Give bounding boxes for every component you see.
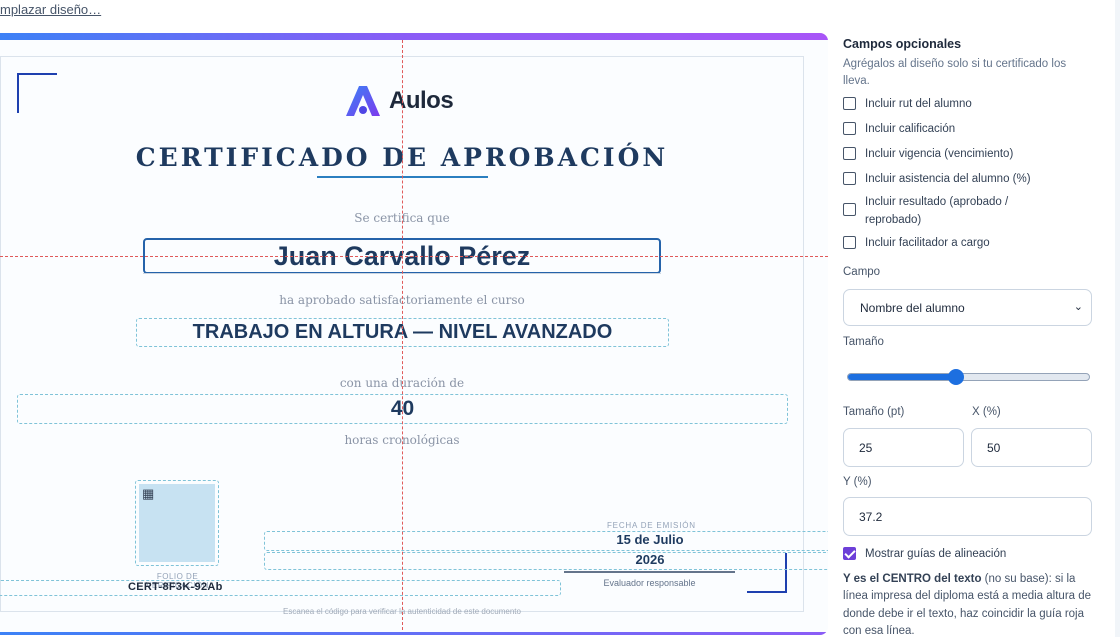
aulos-logo-icon bbox=[346, 86, 380, 116]
checkbox-include-resultado[interactable]: Incluir resultado (aprobado / reprobado) bbox=[843, 193, 1058, 229]
ha-aprobado-text: ha aprobado satisfactoriamente el curso bbox=[279, 293, 525, 307]
checkbox-include-facilitador[interactable]: Incluir facilitador a cargo bbox=[843, 234, 1103, 252]
checkbox-label: Incluir asistencia del alumno (%) bbox=[865, 173, 1031, 185]
checkbox-include-asistencia[interactable]: Incluir asistencia del alumno (%) bbox=[843, 170, 1103, 188]
checkbox-include-vigencia[interactable]: Incluir vigencia (vencimiento) bbox=[843, 145, 1103, 163]
fecha-emision-label: FECHA DE EMISIÓN bbox=[607, 521, 696, 530]
corner-ornament-top-left bbox=[17, 73, 57, 113]
folio-field[interactable] bbox=[0, 580, 561, 596]
checkbox-label: Incluir rut del alumno bbox=[865, 98, 972, 110]
qr-icon: ▦ bbox=[142, 486, 155, 501]
optional-fields-description: Agrégalos al diseño solo si tu certifica… bbox=[843, 58, 1067, 87]
checkbox-include-rut[interactable]: Incluir rut del alumno bbox=[843, 95, 1103, 113]
checkbox-box[interactable] bbox=[843, 203, 856, 216]
preview-top-gradient-bar bbox=[0, 33, 828, 40]
checkbox-label: Incluir calificación bbox=[865, 123, 956, 135]
se-certifica-text: Se certifica que bbox=[354, 211, 450, 225]
editor-root: mplazar diseño… Aulos CERTIFICADO DE APR… bbox=[0, 0, 1120, 637]
alignment-guide-horizontal bbox=[0, 256, 828, 257]
chevron-down-icon: ⌄ bbox=[1073, 301, 1083, 313]
y-percent-input[interactable]: 37.2 bbox=[843, 497, 1092, 536]
tamano-pt-input[interactable]: 25 bbox=[843, 428, 964, 467]
settings-panel: Campos opcionales Agrégalos al diseño so… bbox=[828, 0, 1120, 637]
checkbox-box[interactable] bbox=[843, 172, 856, 185]
preview-bottom-gradient-bar bbox=[0, 632, 828, 635]
certificate-title: CERTIFICADO DE APROBACIÓN bbox=[135, 143, 669, 172]
date-field-line-2[interactable] bbox=[264, 552, 828, 570]
slider-fill bbox=[848, 374, 957, 380]
checkbox-box[interactable] bbox=[843, 97, 856, 110]
checkbox-label: Mostrar guías de alineación bbox=[865, 548, 1007, 560]
optional-fields-title: Campos opcionales bbox=[843, 37, 962, 51]
horas-cronologicas-text: horas cronológicas bbox=[344, 433, 460, 447]
tamano-slider[interactable] bbox=[847, 373, 1090, 381]
certificate-preview: Aulos CERTIFICADO DE APROBACIÓN Se certi… bbox=[0, 33, 828, 635]
campo-selected-value: Nombre del alumno bbox=[860, 300, 965, 315]
checkbox-include-calificacion[interactable]: Incluir calificación bbox=[843, 120, 1103, 138]
qr-code-field[interactable]: ▦ bbox=[135, 480, 219, 566]
tamano-pt-label: Tamaño (pt) bbox=[843, 406, 905, 418]
alignment-guide-vertical bbox=[402, 40, 403, 630]
slider-thumb[interactable] bbox=[948, 369, 965, 385]
campo-label: Campo bbox=[843, 266, 881, 278]
aulos-logo: Aulos bbox=[345, 84, 454, 118]
checkbox-box-checked[interactable] bbox=[843, 547, 856, 560]
evaluador-label: Evaluador responsable bbox=[603, 578, 696, 588]
help-text-bold: Y es el CENTRO del texto bbox=[843, 573, 982, 585]
help-text: Y es el CENTRO del texto (no su base): s… bbox=[843, 571, 1095, 637]
x-percent-input[interactable]: 50 bbox=[971, 428, 1092, 467]
campo-select[interactable]: Nombre del alumno ⌄ bbox=[843, 289, 1092, 326]
date-field[interactable] bbox=[264, 531, 828, 551]
checkbox-label: Incluir facilitador a cargo bbox=[865, 237, 990, 249]
tamano-label: Tamaño bbox=[843, 336, 884, 348]
logo-text: Aulos bbox=[389, 87, 454, 114]
qr-code-placeholder: ▦ bbox=[139, 484, 215, 562]
signature-line bbox=[564, 571, 735, 573]
replace-design-link[interactable]: mplazar diseño… bbox=[0, 2, 101, 17]
checkbox-label: Incluir vigencia (vencimiento) bbox=[865, 148, 1014, 160]
folio-value: CERT-8F3K-92Ab bbox=[128, 581, 223, 593]
y-percent-label: Y (%) bbox=[843, 476, 872, 488]
x-percent-label: X (%) bbox=[972, 406, 1001, 418]
checkbox-box[interactable] bbox=[843, 122, 856, 135]
checkbox-show-guides[interactable]: Mostrar guías de alineación bbox=[843, 545, 1103, 563]
date-value-day-month: 15 de Julio bbox=[616, 532, 684, 547]
checkbox-label: Incluir resultado (aprobado / reprobado) bbox=[865, 196, 1009, 226]
con-duracion-text: con una duración de bbox=[339, 376, 465, 390]
checkbox-box[interactable] bbox=[843, 236, 856, 249]
date-value-year: 2026 bbox=[635, 552, 665, 567]
checkbox-box[interactable] bbox=[843, 147, 856, 160]
panel-scrollbar[interactable] bbox=[1115, 0, 1120, 637]
verification-footnote: Escanea el código para verificar la aute… bbox=[283, 607, 521, 616]
